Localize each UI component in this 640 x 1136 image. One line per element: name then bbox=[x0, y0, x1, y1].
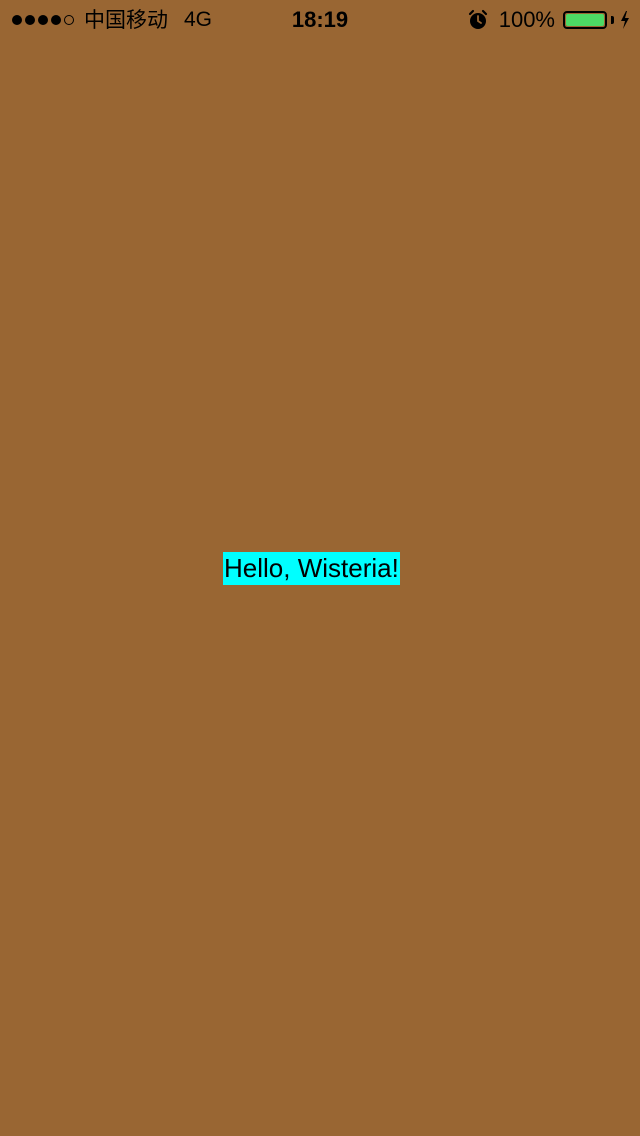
battery-cap bbox=[611, 16, 614, 24]
alarm-icon bbox=[468, 9, 487, 29]
hello-label: Hello, Wisteria! bbox=[223, 552, 400, 585]
charging-bolt-icon bbox=[621, 11, 629, 29]
status-bar: 中国移动 4G 18:19 100% bbox=[0, 0, 640, 40]
battery-fill bbox=[566, 14, 604, 26]
battery-icon bbox=[563, 11, 607, 29]
battery-percentage: 100% bbox=[498, 7, 555, 32]
status-right: 100% bbox=[467, 0, 630, 40]
